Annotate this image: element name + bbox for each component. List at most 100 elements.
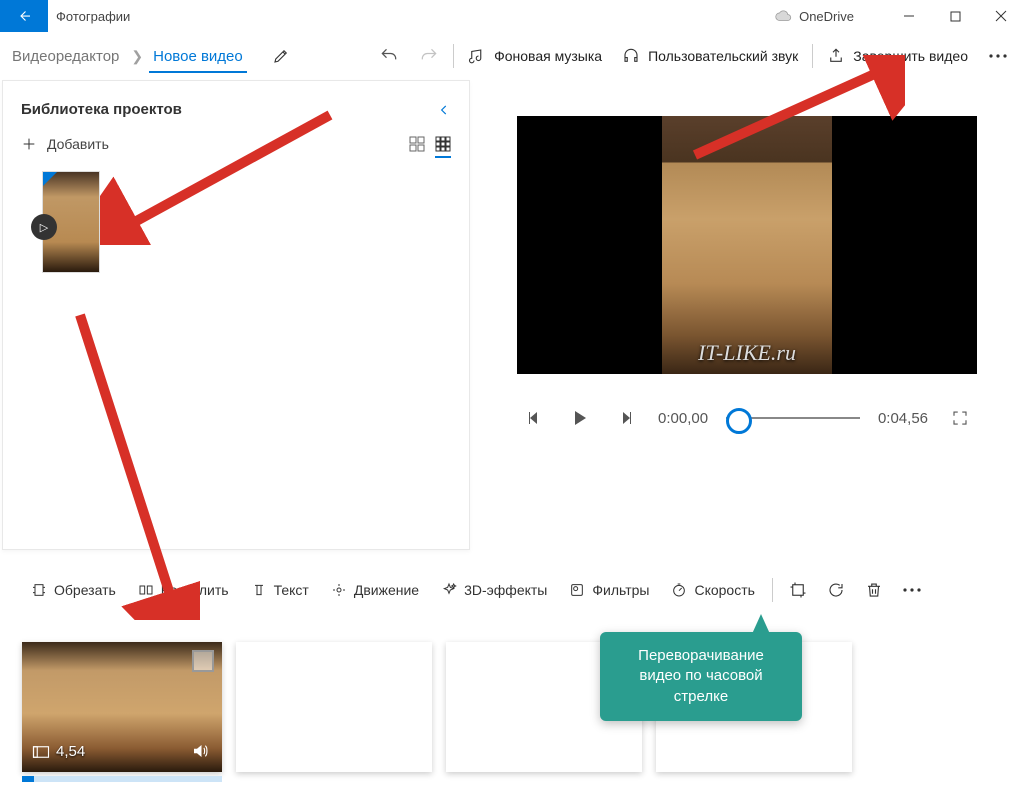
custom-audio-button[interactable]: Пользовательский звук <box>612 36 808 76</box>
separator <box>812 44 813 68</box>
rename-button[interactable] <box>261 36 301 76</box>
split-button[interactable]: Разделить <box>129 572 238 608</box>
chevron-left-icon <box>437 103 451 117</box>
filters-label: Фильтры <box>592 582 649 598</box>
back-button[interactable] <box>0 0 48 32</box>
headset-icon <box>622 47 640 65</box>
onedrive-status[interactable]: OneDrive <box>775 0 854 32</box>
speed-button[interactable]: Скорость <box>662 572 763 608</box>
main-area: Библиотека проектов Добавить <box>0 80 1024 550</box>
speed-icon <box>671 582 687 598</box>
finish-label: Завершить видео <box>853 48 968 64</box>
grid-large-icon <box>409 136 425 152</box>
redo-button[interactable] <box>409 36 449 76</box>
trim-button[interactable]: Обрезать <box>22 572 125 608</box>
project-library-panel: Библиотека проектов Добавить <box>2 80 470 550</box>
undo-icon <box>379 46 399 66</box>
motion-button[interactable]: Движение <box>322 572 428 608</box>
motion-label: Движение <box>354 582 419 598</box>
step-forward-icon <box>618 410 634 426</box>
time-current: 0:00,00 <box>658 410 708 427</box>
time-total: 0:04,56 <box>878 410 928 427</box>
library-title: Библиотека проектов <box>21 101 182 118</box>
export-icon <box>827 47 845 65</box>
library-clip-thumbnail[interactable]: ▷ <box>43 172 99 272</box>
delete-button[interactable] <box>857 572 891 608</box>
maximize-button[interactable] <box>932 0 978 32</box>
storyboard-empty-slot[interactable] <box>236 642 432 772</box>
arrow-left-icon <box>15 7 33 25</box>
preview-pane: IT-LIKE.ru 0:00,00 0:04,56 <box>470 80 1024 550</box>
plus-icon <box>21 136 37 152</box>
grid-large-button[interactable] <box>409 136 425 152</box>
app-title: Фотографии <box>56 9 130 24</box>
add-label: Добавить <box>47 136 109 152</box>
redo-icon <box>419 46 439 66</box>
grid-small-icon <box>435 136 451 152</box>
text-label: Текст <box>274 582 309 598</box>
crop-icon <box>789 581 807 599</box>
3d-effects-button[interactable]: 3D-эффекты <box>432 572 556 608</box>
seek-handle[interactable] <box>726 408 752 434</box>
editor-toolbar: Видеоредактор ❯ Новое видео Фоновая музы… <box>0 32 1024 80</box>
separator <box>453 44 454 68</box>
breadcrumb-current[interactable]: Новое видео <box>149 48 247 73</box>
storyboard-clip[interactable]: 4,54 <box>22 642 222 772</box>
player-controls: 0:00,00 0:04,56 <box>500 404 994 432</box>
play-button[interactable] <box>566 404 594 432</box>
clip-checkbox[interactable] <box>192 650 214 672</box>
next-frame-button[interactable] <box>612 404 640 432</box>
breadcrumb-root[interactable]: Видеоредактор <box>6 48 125 65</box>
video-preview[interactable]: IT-LIKE.ru <box>517 116 977 374</box>
resize-button[interactable] <box>781 572 815 608</box>
fullscreen-icon <box>951 409 969 427</box>
rotate-icon <box>827 581 845 599</box>
storyboard-toolbar: Обрезать Разделить Текст Движение 3D-эфф… <box>22 550 1002 618</box>
used-indicator-icon <box>43 172 57 186</box>
split-icon <box>138 582 154 598</box>
filters-icon <box>569 582 585 598</box>
filters-button[interactable]: Фильтры <box>560 572 658 608</box>
add-media-button[interactable]: Добавить <box>21 136 109 152</box>
pencil-icon <box>272 47 290 65</box>
watermark-text: IT-LIKE.ru <box>698 340 796 366</box>
bg-music-label: Фоновая музыка <box>494 48 602 64</box>
split-label: Разделить <box>161 582 229 598</box>
undo-button[interactable] <box>369 36 409 76</box>
storyboard-more-button[interactable] <box>895 572 929 608</box>
seek-bar[interactable] <box>726 417 860 419</box>
text-button[interactable]: Текст <box>242 572 318 608</box>
minimize-button[interactable] <box>886 0 932 32</box>
maximize-icon <box>950 11 961 22</box>
trim-icon <box>31 582 47 598</box>
chevron-right-icon: ❯ <box>125 48 149 65</box>
tooltip-callout: Переворачивание видео по часовой стрелке <box>600 632 802 721</box>
finish-video-button[interactable]: Завершить видео <box>817 36 978 76</box>
storyboard-row: 4,54 <box>22 642 1002 772</box>
rotate-button[interactable] <box>819 572 853 608</box>
minimize-icon <box>903 10 915 22</box>
callout-text: Переворачивание видео по часовой стрелке <box>638 647 764 705</box>
fullscreen-button[interactable] <box>946 404 974 432</box>
play-icon <box>573 410 587 426</box>
trim-label: Обрезать <box>54 582 116 598</box>
title-bar: Фотографии OneDrive <box>0 0 1024 32</box>
close-icon <box>995 10 1007 22</box>
storyboard: Обрезать Разделить Текст Движение 3D-эфф… <box>0 550 1024 800</box>
clip-audio-button[interactable] <box>190 742 210 760</box>
separator <box>772 578 773 602</box>
grid-small-button[interactable] <box>435 136 451 158</box>
3d-label: 3D-эффекты <box>464 582 547 598</box>
background-music-button[interactable]: Фоновая музыка <box>458 36 612 76</box>
prev-frame-button[interactable] <box>520 404 548 432</box>
collapse-panel-button[interactable] <box>437 103 451 117</box>
music-icon <box>468 47 486 65</box>
close-button[interactable] <box>978 0 1024 32</box>
clip-progress <box>22 776 222 782</box>
play-overlay-icon: ▷ <box>31 214 57 240</box>
speaker-icon <box>190 742 210 760</box>
text-icon <box>251 582 267 598</box>
more-button[interactable] <box>978 36 1018 76</box>
trash-icon <box>865 581 883 599</box>
clip-duration-icon <box>32 745 50 759</box>
